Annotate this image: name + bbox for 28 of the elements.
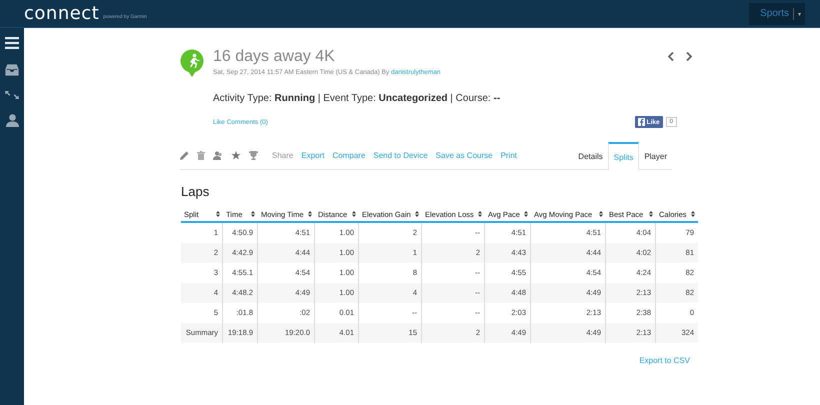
logo[interactable]: connect: [24, 4, 100, 24]
previous-icon[interactable]: [668, 52, 674, 61]
sort-icon[interactable]: [352, 211, 356, 217]
sort-icon[interactable]: [524, 211, 528, 217]
arrows-icon[interactable]: [5, 91, 19, 99]
sort-icon[interactable]: [216, 211, 220, 217]
sort-icon[interactable]: [251, 211, 255, 217]
people-icon[interactable]: [213, 151, 223, 160]
sort-icon[interactable]: [691, 211, 695, 217]
runner-icon: [180, 49, 204, 77]
sort-icon[interactable]: [649, 211, 653, 217]
inbox-icon[interactable]: [5, 64, 19, 76]
pencil-icon[interactable]: [180, 151, 189, 160]
sort-icon[interactable]: [478, 211, 482, 217]
tab[interactable]: Details: [573, 142, 608, 169]
sort-icon[interactable]: [415, 211, 419, 217]
activity-info: Activity Type: Running | Event Type: Uncategorized | Course: --: [213, 93, 502, 104]
trophy-icon[interactable]: [249, 151, 258, 160]
facebook-icon: [638, 118, 645, 126]
sort-icon[interactable]: [599, 211, 603, 217]
tab[interactable]: Player: [639, 142, 672, 169]
menu-icon[interactable]: [5, 37, 19, 49]
person-icon[interactable]: [6, 114, 18, 127]
section-heading: Laps: [181, 184, 210, 199]
next-icon[interactable]: [686, 52, 692, 61]
sort-icon[interactable]: [308, 211, 312, 217]
activity-title: 16 days away 4K: [213, 48, 336, 66]
star-icon[interactable]: [231, 151, 241, 160]
